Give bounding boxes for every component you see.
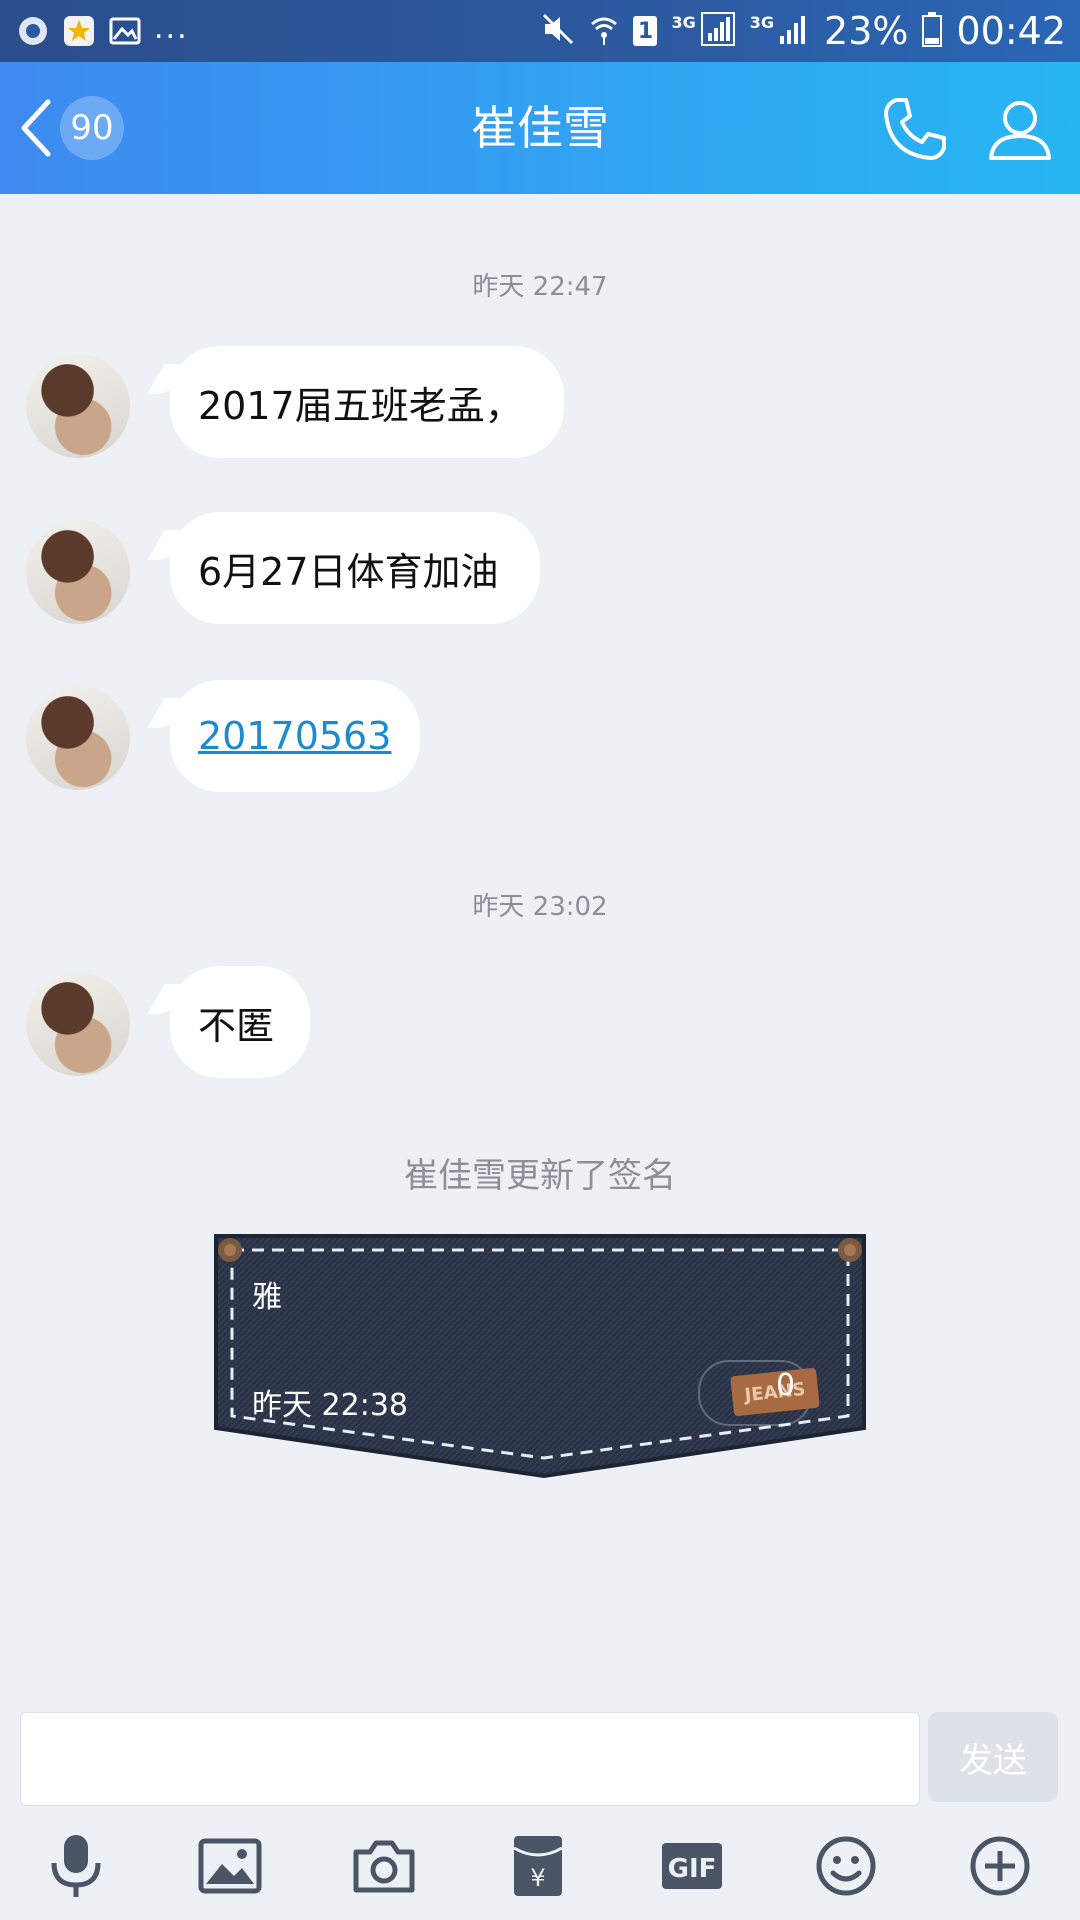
message-link[interactable]: 20170563 bbox=[198, 714, 391, 758]
like-count: 0 bbox=[776, 1368, 796, 1403]
message-bubble[interactable]: 6月27日体育加油 bbox=[170, 512, 540, 624]
mic-icon[interactable] bbox=[38, 1828, 114, 1904]
signature-card[interactable]: 雅 昨天 22:38 JEANS 0 bbox=[210, 1232, 870, 1480]
message-bubble[interactable]: 20170563 bbox=[170, 680, 420, 792]
input-toolbar: ¥ GIF bbox=[0, 1820, 1080, 1920]
star-notification-icon bbox=[62, 14, 96, 48]
plus-icon[interactable] bbox=[962, 1828, 1038, 1904]
chat-header: 90 崔佳雪 bbox=[0, 62, 1080, 194]
message-text: 不匿 bbox=[198, 1003, 275, 1048]
svg-text:GIF: GIF bbox=[668, 1854, 717, 1884]
more-notifications: ... bbox=[154, 10, 189, 46]
message-text: 2017届五班老孟， bbox=[198, 383, 523, 428]
battery-icon bbox=[922, 11, 943, 51]
network-type-2: 3G bbox=[749, 12, 775, 32]
signature-update-notice: 崔佳雪更新了签名 bbox=[404, 1156, 676, 1196]
red-packet-icon[interactable]: ¥ bbox=[500, 1828, 576, 1904]
timestamp: 昨天 23:02 bbox=[472, 892, 608, 922]
wifi-icon bbox=[589, 12, 619, 50]
signal-icon-2 bbox=[778, 12, 810, 50]
denim-pocket-shape bbox=[214, 1234, 866, 1479]
avatar[interactable] bbox=[26, 686, 130, 790]
image-icon[interactable] bbox=[192, 1828, 268, 1904]
send-button[interactable]: 发送 bbox=[928, 1712, 1058, 1802]
signature-time: 昨天 22:38 bbox=[252, 1388, 408, 1423]
avatar[interactable] bbox=[26, 520, 130, 624]
message-bubble[interactable]: 2017届五班老孟， bbox=[170, 346, 564, 458]
profile-icon[interactable] bbox=[985, 94, 1055, 164]
phone-call-icon[interactable] bbox=[880, 94, 950, 164]
clock: 00:42 bbox=[956, 9, 1066, 53]
svg-text:¥: ¥ bbox=[530, 1864, 545, 1892]
camera-icon[interactable] bbox=[346, 1828, 422, 1904]
avatar[interactable] bbox=[26, 972, 130, 1076]
gif-icon[interactable]: GIF bbox=[654, 1828, 730, 1904]
message-bubble[interactable]: 不匿 bbox=[170, 966, 310, 1078]
timestamp: 昨天 22:47 bbox=[472, 272, 608, 302]
message-input[interactable] bbox=[20, 1712, 920, 1806]
status-bar: ... 1 3G 3G 23% 00:42 bbox=[0, 0, 1080, 62]
avatar[interactable] bbox=[26, 354, 130, 458]
battery-percent: 23% bbox=[824, 9, 909, 53]
network-type-1: 3G bbox=[671, 12, 696, 32]
signal-icon-1 bbox=[700, 11, 736, 51]
gallery-notification-icon bbox=[108, 14, 142, 48]
emoji-icon[interactable] bbox=[808, 1828, 884, 1904]
app-notification-icon bbox=[16, 14, 50, 48]
signature-text: 雅 bbox=[252, 1280, 282, 1315]
mute-icon bbox=[541, 12, 575, 50]
message-text: 6月27日体育加油 bbox=[198, 549, 499, 594]
sim-icon: 1 bbox=[633, 16, 658, 46]
